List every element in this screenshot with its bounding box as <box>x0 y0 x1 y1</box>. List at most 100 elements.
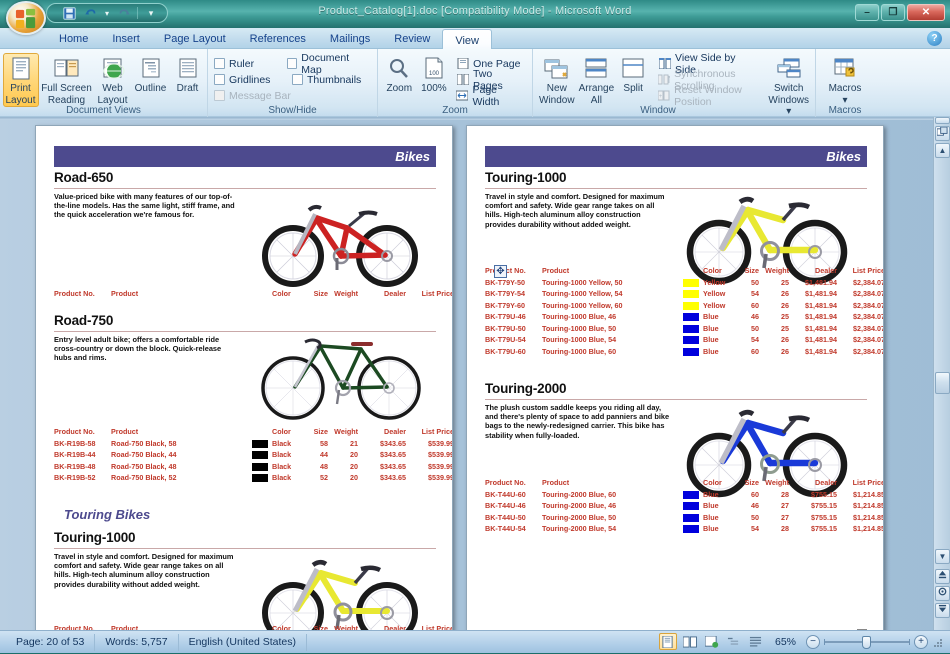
tab-view[interactable]: View <box>442 29 492 50</box>
th-list-price: List Price <box>408 427 453 436</box>
vertical-scrollbar[interactable]: ▲ ▼ <box>933 117 950 630</box>
scroll-down-button[interactable]: ▼ <box>935 549 950 564</box>
color-swatch <box>252 451 268 459</box>
cell-list: $539.99 <box>408 462 453 471</box>
page-width-button[interactable]: Page Width <box>454 88 528 103</box>
status-page-number[interactable]: Page: 20 of 53 <box>6 634 95 651</box>
zoom-in-button[interactable]: + <box>914 635 928 649</box>
th-dealer: Dealer <box>793 266 837 275</box>
draft-icon <box>173 56 203 82</box>
th-size: Size <box>310 289 328 298</box>
web-layout-button[interactable]: Web Layout <box>95 53 131 107</box>
zoom-level-label[interactable]: 65% <box>769 636 802 648</box>
print-layout-view-icon[interactable] <box>659 633 677 650</box>
th-product-no: Product No. <box>54 289 95 298</box>
switch-windows-icon <box>774 56 804 82</box>
status-word-count[interactable]: Words: 5,757 <box>95 634 178 651</box>
tab-references[interactable]: References <box>238 28 318 49</box>
document-canvas[interactable]: Bikes Road-650 Value-priced bike with ma… <box>0 117 950 630</box>
draft-view-icon[interactable] <box>747 633 765 650</box>
cell-product: Touring-2000 Blue, 50 <box>542 513 616 522</box>
outline-button[interactable]: Outline <box>131 53 171 95</box>
arrange-all-button[interactable]: Arrange All <box>577 53 617 107</box>
minimize-button[interactable]: – <box>855 4 879 21</box>
next-page-button[interactable] <box>935 603 950 618</box>
zoom-slider-thumb[interactable] <box>862 636 871 649</box>
checkbox-ruler[interactable]: Ruler <box>212 58 285 70</box>
macros-button[interactable]: Macros ▾ <box>820 53 870 107</box>
sync-scroll-icon <box>658 74 670 86</box>
scroll-up-button[interactable]: ▲ <box>935 143 950 158</box>
cell-color: Yellow <box>703 289 725 298</box>
cell-product-no: BK-T79U-60 <box>485 347 526 356</box>
product-description-touring-2000: The plush custom saddle keeps you riding… <box>485 403 675 440</box>
checkbox-gridlines[interactable]: Gridlines <box>212 74 290 86</box>
bike-image-road-750 <box>251 326 431 426</box>
product-description-touring-1000-left: Travel in style and comfort. Designed fo… <box>54 552 239 589</box>
table-move-handle[interactable]: ✥ <box>494 265 507 278</box>
office-button[interactable] <box>6 1 46 35</box>
cell-product: Touring-1000 Yellow, 54 <box>542 289 623 298</box>
resize-grip[interactable] <box>932 636 944 648</box>
product-description-touring-1000: Travel in style and comfort. Designed fo… <box>485 192 670 229</box>
help-icon[interactable]: ? <box>927 31 942 46</box>
arrange-all-label-1: Arrange <box>579 83 615 94</box>
cell-dealer: $755.15 <box>793 501 837 510</box>
cell-product-no: BK-T44U-46 <box>485 501 526 510</box>
print-layout-button[interactable]: Print Layout <box>3 53 39 107</box>
cell-size: 50 <box>741 278 759 287</box>
ribbon-tabs: Home Insert Page Layout References Maili… <box>47 28 492 49</box>
cell-dealer: $1,481.94 <box>793 278 837 287</box>
zoom-tick-min <box>824 639 825 645</box>
color-swatch <box>683 502 699 510</box>
cell-list: $2,384.07 <box>839 312 884 321</box>
outline-view-icon[interactable] <box>725 633 743 650</box>
previous-page-button[interactable] <box>935 569 950 584</box>
zoom-100-button[interactable]: 100 100% <box>417 53 452 95</box>
cell-weight: 26 <box>763 301 789 310</box>
document-page-left[interactable]: Bikes Road-650 Value-priced bike with ma… <box>35 125 453 630</box>
select-browse-object-button[interactable] <box>935 586 950 601</box>
thumbnails-label: Thumbnails <box>307 74 361 86</box>
tab-review[interactable]: Review <box>382 28 442 49</box>
cell-color: Blue <box>703 347 719 356</box>
zoom-out-button[interactable]: − <box>806 635 820 649</box>
th-product: Product <box>111 427 138 436</box>
tab-home[interactable]: Home <box>47 28 100 49</box>
th-dealer: Dealer <box>793 478 837 487</box>
tab-mailings[interactable]: Mailings <box>318 28 382 49</box>
maximize-button[interactable]: ❐ <box>881 4 905 21</box>
cell-weight: 25 <box>763 312 789 321</box>
th-color: Color <box>703 478 722 487</box>
draft-label: Draft <box>177 83 199 94</box>
checkbox-thumbnails[interactable]: Thumbnails <box>290 74 367 86</box>
full-screen-reading-button[interactable]: Full Screen Reading <box>39 53 95 107</box>
close-button[interactable]: ✕ <box>907 4 945 21</box>
cell-weight: 20 <box>332 473 358 482</box>
zoom-button[interactable]: Zoom <box>382 53 417 95</box>
status-language[interactable]: English (United States) <box>179 634 307 651</box>
full-screen-reading-view-icon[interactable] <box>681 633 699 650</box>
reset-window-position-button: + Reset Window Position <box>656 88 762 103</box>
th-weight: Weight <box>332 427 358 436</box>
new-window-button[interactable]: New Window <box>537 53 577 107</box>
th-product: Product <box>542 478 569 487</box>
split-handle[interactable] <box>935 117 950 124</box>
web-layout-view-icon[interactable] <box>703 633 721 650</box>
document-page-right[interactable]: Bikes Touring-1000 Travel in style and c… <box>466 125 884 630</box>
th-list-price: List Price <box>839 266 884 275</box>
ribbon-group-macros: Macros ▾ Macros <box>816 49 874 117</box>
cell-size: 60 <box>741 490 759 499</box>
cell-color: Black <box>272 450 291 459</box>
color-swatch <box>683 313 699 321</box>
select-browse-object-icon[interactable] <box>935 126 950 141</box>
tab-insert[interactable]: Insert <box>100 28 152 49</box>
color-swatch <box>683 336 699 344</box>
cell-list: $2,384.07 <box>839 347 884 356</box>
tab-page-layout[interactable]: Page Layout <box>152 28 238 49</box>
draft-button[interactable]: Draft <box>171 53 205 95</box>
zoom-slider[interactable] <box>824 635 910 649</box>
cell-product-no: BK-R19B-58 <box>54 439 96 448</box>
scrollbar-thumb[interactable] <box>935 372 950 394</box>
split-button[interactable]: Split <box>616 53 650 95</box>
